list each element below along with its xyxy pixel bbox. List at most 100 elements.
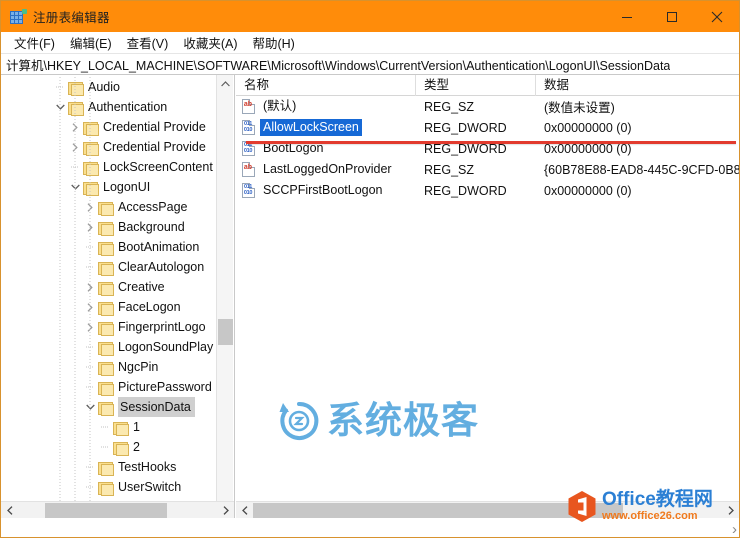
tree-node[interactable]: Background: [1, 217, 217, 237]
registry-key-folder-icon: [98, 401, 114, 416]
tree-node[interactable]: LockScreenContent: [1, 157, 217, 177]
tree-node-label: 1: [133, 420, 140, 434]
scroll-right-icon[interactable]: [217, 502, 234, 519]
tree-node[interactable]: NgcPin: [1, 357, 217, 377]
scroll-left-icon[interactable]: [1, 502, 18, 519]
value-type-cell: REG_SZ: [424, 162, 475, 177]
list-header: 名称 类型 数据: [236, 75, 739, 96]
menu-item-favorites[interactable]: 收藏夹(A): [177, 31, 246, 54]
column-header-data[interactable]: 数据: [536, 75, 739, 96]
tree-guide-dash: [82, 357, 98, 377]
list-hscroll-thumb[interactable]: [253, 502, 623, 518]
value-type-cell: REG_DWORD: [424, 183, 507, 198]
chevron-right-icon[interactable]: [82, 217, 98, 237]
tree-guide-dash: [67, 157, 83, 177]
tree-node-label: Audio: [88, 80, 120, 94]
close-button[interactable]: [694, 1, 739, 32]
value-row-list: ab (默认) REG_SZ (数值未设置) 011 010 AllowLockScreen…: [236, 96, 739, 201]
scroll-left-icon[interactable]: [236, 502, 253, 519]
chevron-down-icon[interactable]: [82, 397, 98, 417]
chevron-down-icon[interactable]: [52, 97, 68, 117]
registry-key-folder-icon: [83, 141, 99, 156]
registry-key-folder-icon: [98, 221, 114, 236]
value-row[interactable]: 011 010 SCCPFirstBootLogon REG_DWORD 0x00000…: [236, 180, 739, 201]
tree-node[interactable]: LogonUI: [1, 177, 217, 197]
chevron-right-icon[interactable]: [82, 297, 98, 317]
registry-key-folder-icon: [98, 301, 114, 316]
window-title: 注册表编辑器: [33, 11, 110, 25]
scroll-up-icon[interactable]: [217, 75, 234, 92]
value-name-cell: ab LastLoggedOnProvider: [236, 161, 416, 178]
tree-guide-dash: [82, 477, 98, 497]
tree-node[interactable]: Creative: [1, 277, 217, 297]
menu-item-file[interactable]: 文件(F): [8, 31, 64, 54]
tree-scroll-thumb[interactable]: [218, 319, 233, 345]
value-row[interactable]: ab (默认) REG_SZ (数值未设置): [236, 96, 739, 117]
chevron-right-icon[interactable]: [67, 117, 83, 137]
value-data-cell: 0x00000000 (0): [544, 183, 632, 198]
tree-node-label: 2: [133, 440, 140, 454]
chevron-right-icon[interactable]: [67, 137, 83, 157]
maximize-button[interactable]: [649, 1, 694, 32]
tree-node-label: BootAnimation: [118, 240, 200, 254]
menu-item-view[interactable]: 查看(V): [121, 31, 178, 54]
tree-node[interactable]: SessionData: [1, 397, 217, 417]
tree-guide-dash: [82, 457, 98, 477]
chevron-right-icon[interactable]: [82, 317, 98, 337]
tree-node[interactable]: Credential Provide: [1, 137, 217, 157]
tree-node[interactable]: 1: [1, 417, 217, 437]
tree-node-label: Authentication: [88, 100, 168, 114]
tree-node[interactable]: FingerprintLogo: [1, 317, 217, 337]
list-hscroll-track[interactable]: [253, 502, 722, 519]
chevron-down-icon[interactable]: [67, 177, 83, 197]
tree-scroll-area: Audio Authentication Credential Provide Cre…: [1, 75, 217, 518]
tree-node[interactable]: 2: [1, 437, 217, 457]
tree-node[interactable]: AccessPage: [1, 197, 217, 217]
menu-item-edit[interactable]: 编辑(E): [64, 31, 121, 54]
value-type-cell: REG_SZ: [424, 99, 475, 114]
tree-node[interactable]: Credential Provide: [1, 117, 217, 137]
registry-key-folder-icon: [113, 421, 129, 436]
tree-node-label: LogonSoundPlay: [118, 340, 214, 354]
address-bar[interactable]: 计算机\HKEY_LOCAL_MACHINE\SOFTWARE\Microsof…: [1, 54, 739, 75]
tree-node[interactable]: LogonSoundPlay: [1, 337, 217, 357]
registry-key-folder-icon: [83, 181, 99, 196]
tree-vertical-scrollbar[interactable]: [216, 75, 233, 518]
column-header-type[interactable]: 类型: [416, 75, 536, 96]
tree-node[interactable]: UserSwitch: [1, 477, 217, 497]
tree-node[interactable]: Authentication: [1, 97, 217, 117]
tree-guide-dash: [82, 257, 98, 277]
registry-key-folder-icon: [98, 481, 114, 496]
value-name-cell: ab (默认): [236, 98, 416, 115]
registry-key-folder-icon: [98, 381, 114, 396]
chevron-right-icon[interactable]: [82, 197, 98, 217]
tree-hscroll-track[interactable]: [18, 502, 217, 519]
tree-node[interactable]: TestHooks: [1, 457, 217, 477]
tree-horizontal-scrollbar[interactable]: [1, 501, 234, 518]
tree-node[interactable]: PicturePassword: [1, 377, 217, 397]
menu-item-help[interactable]: 帮助(H): [246, 31, 303, 54]
chevron-right-icon[interactable]: [82, 277, 98, 297]
tree-node-list: Audio Authentication Credential Provide Cre…: [1, 75, 217, 517]
tree-node[interactable]: ClearAutologon: [1, 257, 217, 277]
tree-node[interactable]: FaceLogon: [1, 297, 217, 317]
tree-node-label: Credential Provide: [103, 120, 206, 134]
tree-node-label: UserSwitch: [118, 480, 182, 494]
content-area: Audio Authentication Credential Provide Cre…: [1, 75, 739, 537]
string-value-icon: ab: [241, 162, 256, 177]
value-row[interactable]: 011 010 AllowLockScreen REG_DWORD 0x00000000…: [236, 117, 739, 138]
tree-hscroll-thumb[interactable]: [45, 502, 167, 518]
scroll-right-icon[interactable]: [722, 502, 739, 519]
minimize-button[interactable]: [604, 1, 649, 32]
tree-node[interactable]: BootAnimation: [1, 237, 217, 257]
string-value-icon: ab: [241, 99, 256, 114]
registry-key-folder-icon: [98, 341, 114, 356]
value-type-cell: REG_DWORD: [424, 120, 507, 135]
tree-node-label: AccessPage: [118, 200, 188, 214]
value-row[interactable]: ab LastLoggedOnProvider REG_SZ {60B78E88-EA…: [236, 159, 739, 180]
registry-key-folder-icon: [98, 361, 114, 376]
tree-node-label: Credential Provide: [103, 140, 206, 154]
list-horizontal-scrollbar[interactable]: [236, 501, 739, 518]
tree-node[interactable]: Audio: [1, 77, 217, 97]
column-header-name[interactable]: 名称: [236, 75, 416, 96]
